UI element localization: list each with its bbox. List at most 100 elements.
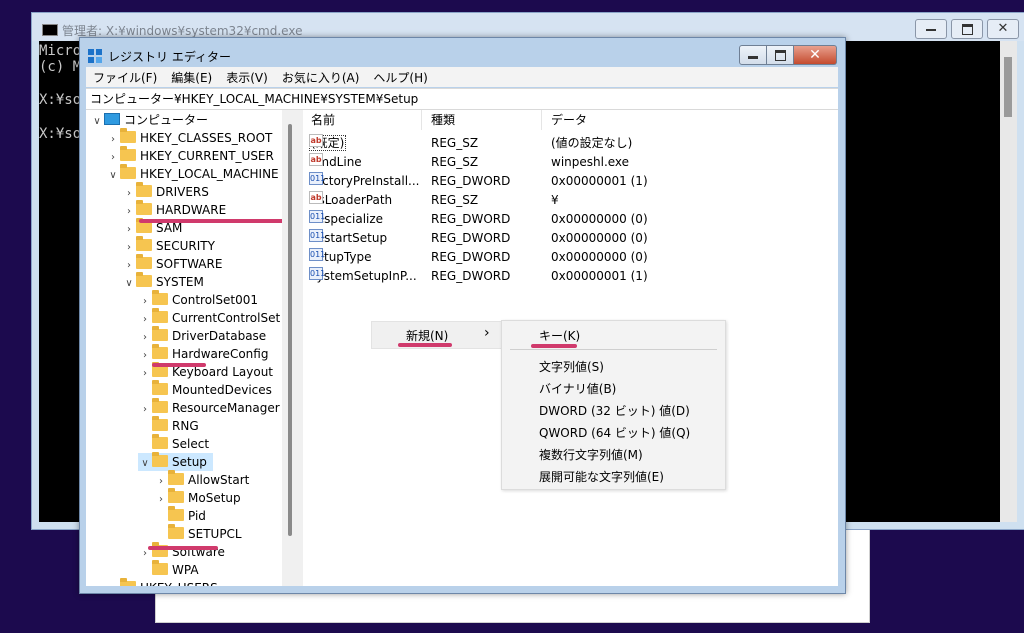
console-line: X:¥so <box>39 126 82 142</box>
value-data: 0x00000000 (0) <box>551 231 648 245</box>
chevron-down-icon[interactable]: ∨ <box>138 455 152 473</box>
value-row[interactable]: 011 SetupType REG_DWORD 0x00000000 (0) <box>303 248 823 267</box>
value-type: REG_SZ <box>431 193 479 207</box>
value-row[interactable]: ab OsLoaderPath REG_SZ ¥ <box>303 191 823 210</box>
tree-item[interactable]: › SOFTWARE <box>122 254 223 273</box>
tree-item[interactable]: SETUPCL <box>154 524 242 543</box>
value-data: 0x00000001 (1) <box>551 174 648 188</box>
highlight-underline <box>152 363 206 367</box>
menu-file[interactable]: ファイル(F) <box>86 69 164 86</box>
tree-item[interactable]: › AllowStart <box>154 470 249 489</box>
regedit-window: レジストリ エディター ✕ ファイル(F) 編集(E) 表示(V) お気に入り(… <box>79 37 846 594</box>
tree-scrollbar-thumb[interactable] <box>288 124 292 536</box>
column-header-data[interactable]: データ <box>551 110 587 130</box>
column-header-name[interactable]: 名前 <box>311 110 335 130</box>
tree-scrollbar[interactable] <box>282 110 299 586</box>
minimize-button[interactable] <box>739 45 767 65</box>
address-text[interactable]: コンピューター¥HKEY_LOCAL_MACHINE¥SYSTEM¥Setup <box>86 92 418 106</box>
folder-icon <box>136 236 152 251</box>
tree-item[interactable]: › DRIVERS <box>122 182 209 201</box>
folder-icon <box>168 488 184 503</box>
value-data: 0x00000000 (0) <box>551 250 648 264</box>
folder-icon <box>168 524 184 539</box>
tree-item[interactable]: ∨ Setup <box>138 452 213 473</box>
folder-icon <box>120 164 136 179</box>
tree-item[interactable]: › CurrentControlSet <box>138 308 280 327</box>
tree-item[interactable]: › HardwareConfig <box>138 344 268 363</box>
folder-icon <box>136 272 152 287</box>
maximize-button[interactable] <box>767 45 794 65</box>
value-row[interactable]: 011 FactoryPreInstall... REG_DWORD 0x000000… <box>303 172 823 191</box>
menu-item-binary-value[interactable]: バイナリ値(B) <box>539 380 616 397</box>
address-bar[interactable]: コンピューター¥HKEY_LOCAL_MACHINE¥SYSTEM¥Setup <box>86 88 838 110</box>
chevron-down-icon[interactable]: ∨ <box>90 113 104 131</box>
close-button[interactable]: ✕ <box>794 45 837 65</box>
regedit-app-icon <box>88 49 102 63</box>
tree-item[interactable]: › DriverDatabase <box>138 326 266 345</box>
value-name: FactoryPreInstall... <box>309 174 420 188</box>
tree-item[interactable]: Pid <box>154 506 206 525</box>
column-header-type[interactable]: 種類 <box>431 110 455 130</box>
tree-item[interactable]: WPA <box>138 560 199 579</box>
tree-item[interactable]: › SECURITY <box>122 236 215 255</box>
folder-icon <box>152 434 168 449</box>
computer-icon <box>104 113 120 125</box>
highlight-underline-new <box>398 343 452 347</box>
folder-icon <box>120 128 136 143</box>
tree-item[interactable]: MountedDevices <box>138 380 272 399</box>
tree-item[interactable]: RNG <box>138 416 199 435</box>
tree-item[interactable]: › HARDWARE <box>122 200 226 219</box>
menu-item-key[interactable]: キー(K) <box>539 327 580 344</box>
folder-icon <box>152 416 168 431</box>
chevron-down-icon[interactable]: ∨ <box>106 167 120 185</box>
cmd-scrollbar-thumb[interactable] <box>1004 57 1012 117</box>
menu-edit[interactable]: 編集(E) <box>164 69 219 86</box>
menu-item-new[interactable]: 新規(N) <box>406 327 448 344</box>
cmd-close-button[interactable]: ✕ <box>987 19 1019 39</box>
cmd-maximize-button[interactable] <box>951 19 983 39</box>
value-row[interactable]: 011 SystemSetupInP... REG_DWORD 0x00000001 … <box>303 267 823 286</box>
value-type: REG_DWORD <box>431 212 511 226</box>
tree-item[interactable]: › HKEY_CURRENT_USER <box>106 146 274 165</box>
tree-item[interactable]: ∨ SYSTEM <box>122 272 204 293</box>
string-value-icon: ab <box>309 191 323 204</box>
tree-item-label: RNG <box>172 419 199 433</box>
highlight-underline <box>148 546 218 550</box>
value-row[interactable]: 011 RestartSetup REG_DWORD 0x00000000 (0) <box>303 229 823 248</box>
tree-item[interactable]: › MoSetup <box>154 488 241 507</box>
value-row[interactable]: 011 Respecialize REG_DWORD 0x00000000 (0) <box>303 210 823 229</box>
tree-item[interactable]: Select <box>138 434 210 453</box>
folder-icon <box>168 506 184 521</box>
regedit-titlebar[interactable]: レジストリ エディター ✕ <box>80 38 845 66</box>
value-row[interactable]: ab CmdLine REG_SZ winpeshl.exe <box>303 153 823 172</box>
console-line: Micro <box>39 43 82 59</box>
menu-item-multistring-value[interactable]: 複数行文字列値(M) <box>539 446 643 463</box>
menu-help[interactable]: ヘルプ(H) <box>366 69 434 86</box>
tree-item[interactable]: ∨ コンピューター <box>90 111 208 129</box>
tree-item-label: Setup <box>172 455 207 469</box>
value-type: REG_SZ <box>431 136 479 150</box>
console-line: (c) M <box>39 59 82 75</box>
menu-item-string-value[interactable]: 文字列値(S) <box>539 358 604 375</box>
tree-item[interactable]: › ControlSet001 <box>138 290 258 309</box>
tree-item[interactable]: ∨ HKEY_LOCAL_MACHINE <box>106 164 279 185</box>
folder-icon <box>152 290 168 305</box>
menu-item-qword-value[interactable]: QWORD (64 ビット) 値(Q) <box>539 424 690 441</box>
cmd-scrollbar[interactable] <box>1000 41 1017 522</box>
value-row[interactable]: ab (既定) REG_SZ (値の設定なし) <box>303 134 823 153</box>
string-value-icon: ab <box>309 153 323 166</box>
tree-item-label: Pid <box>188 509 206 523</box>
dword-value-icon: 011 <box>309 229 326 242</box>
menu-item-expandable-string-value[interactable]: 展開可能な文字列値(E) <box>539 468 664 485</box>
tree-item[interactable]: › HKEY_CLASSES_ROOT <box>106 128 272 147</box>
chevron-down-icon[interactable]: ∨ <box>122 275 136 293</box>
cmd-minimize-button[interactable] <box>915 19 947 39</box>
tree-item-label: SOFTWARE <box>156 257 223 271</box>
menu-favorites[interactable]: お気に入り(A) <box>275 69 367 86</box>
tree-item[interactable]: › ResourceManager <box>138 398 280 417</box>
tree-item-label: Select <box>172 437 210 451</box>
menu-item-dword-value[interactable]: DWORD (32 ビット) 値(D) <box>539 402 690 419</box>
menu-view[interactable]: 表示(V) <box>219 69 275 86</box>
value-data: 0x00000000 (0) <box>551 212 648 226</box>
tree-item[interactable]: HKEY_USERS <box>106 578 218 586</box>
